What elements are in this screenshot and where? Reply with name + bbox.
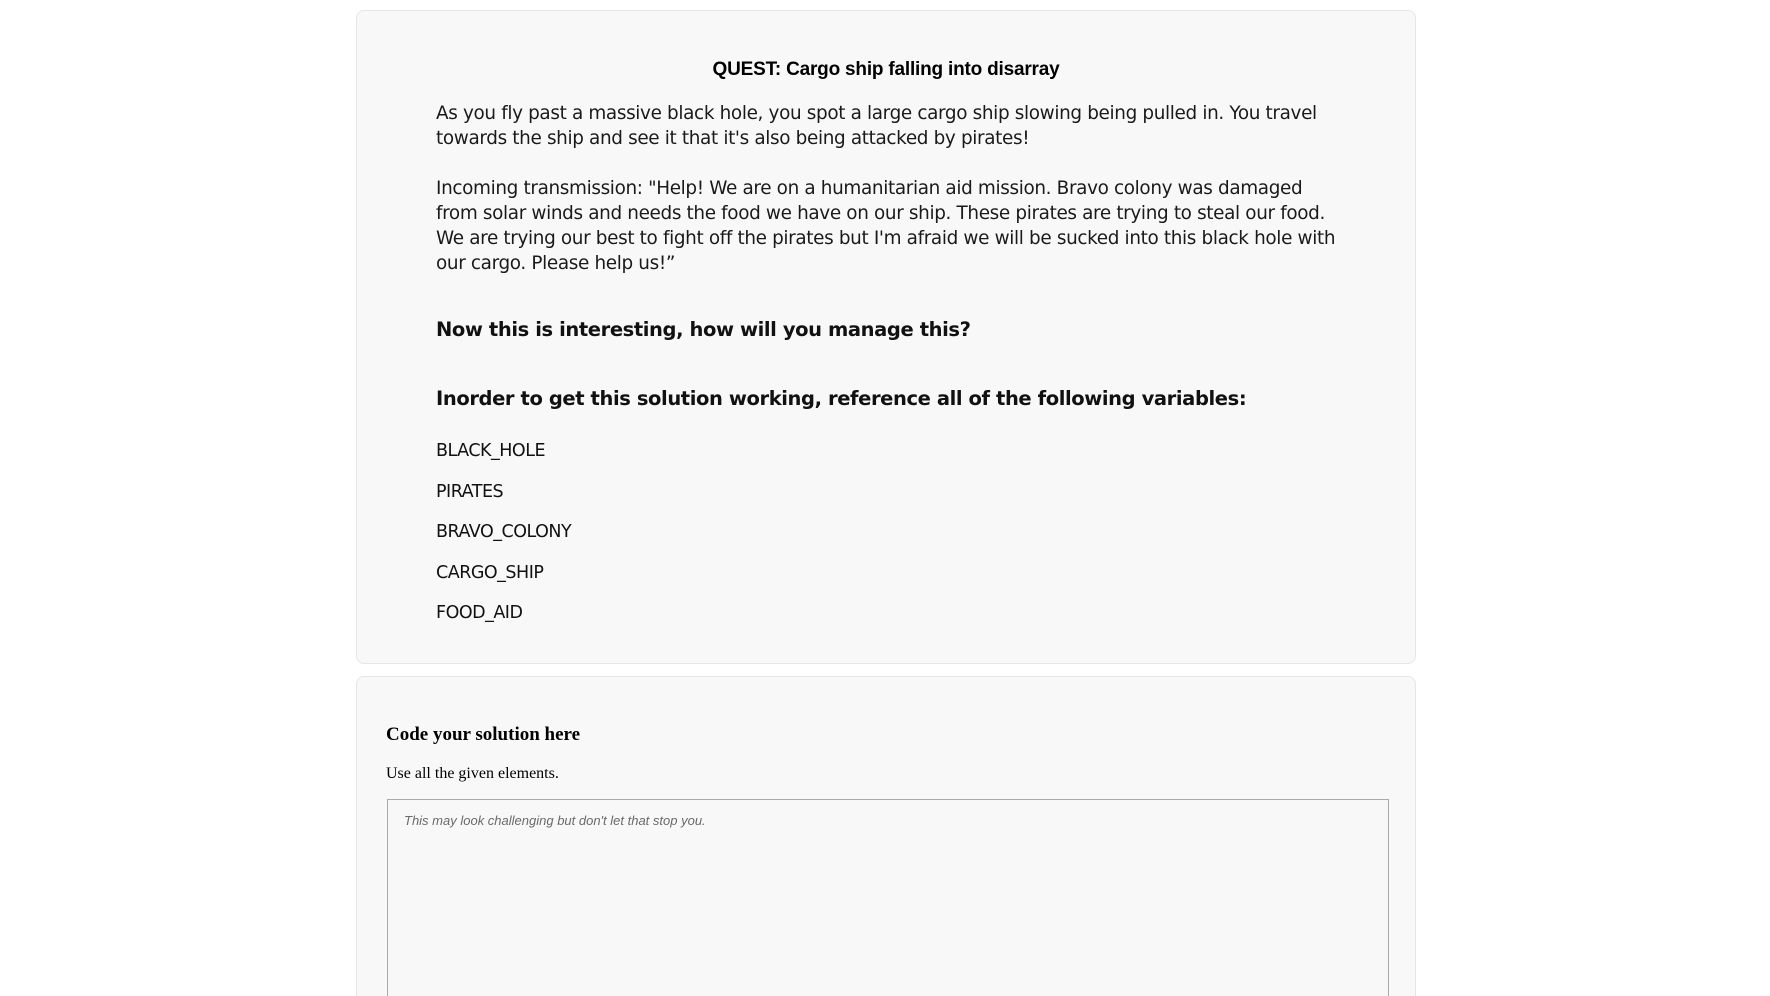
variable-item: BRAVO_COLONY [436,522,572,542]
variable-item: FOOD_AID [436,603,523,623]
variable-list: BLACK_HOLE PIRATES BRAVO_COLONY CARGO_SH… [436,441,572,644]
variable-item: PIRATES [436,481,504,502]
quest-title: QUEST: Cargo ship falling into disarray [712,59,1060,80]
solution-panel: Code your solution here Use all the give… [356,676,1416,996]
quest-paragraph: As you fly past a massive black hole, yo… [436,103,1317,149]
quest-description: As you fly past a massive black hole, yo… [436,101,1336,276]
variable-item: CARGO_SHIP [436,562,544,583]
variables-prompt: Inorder to get this solution working, re… [436,387,1247,410]
manage-prompt: Now this is interesting, how will you ma… [436,318,971,341]
quest-panel: QUEST: Cargo ship falling into disarray … [356,10,1416,664]
solution-heading: Code your solution here [386,724,581,745]
quest-transmission: Incoming transmission: "Help! We are on … [436,178,1336,274]
variable-item: BLACK_HOLE [436,441,546,461]
code-editor-input[interactable] [387,799,1389,996]
solution-instruction: Use all the given elements. [386,765,559,782]
